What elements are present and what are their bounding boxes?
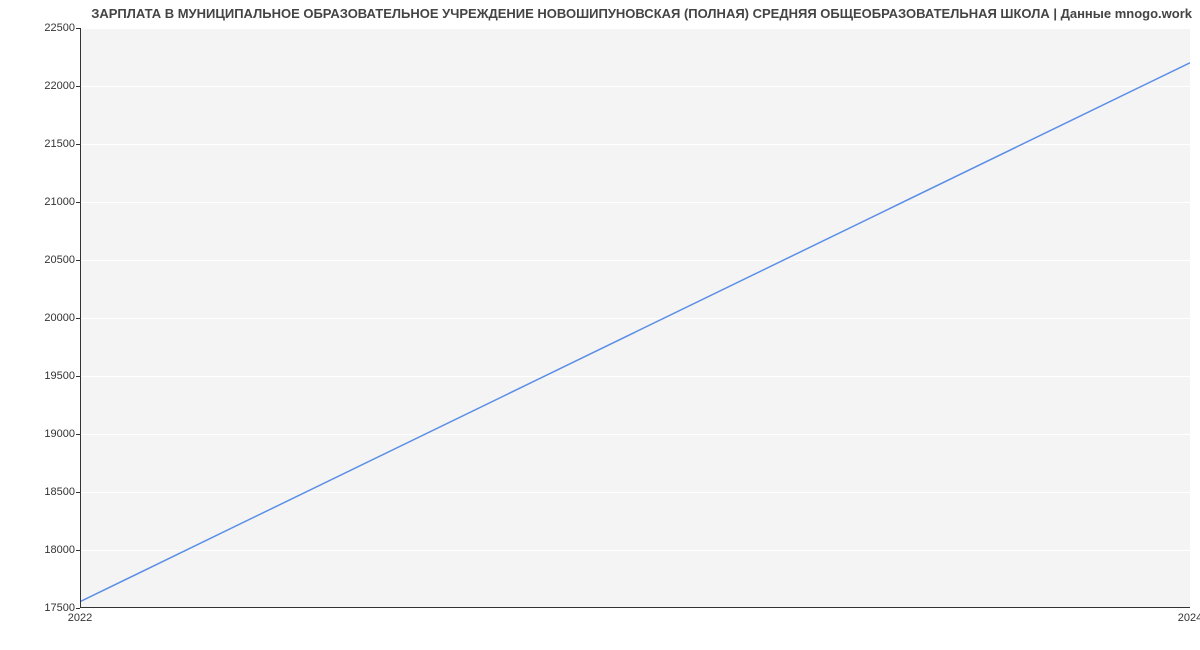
y-tick-label: 21500 [44, 138, 75, 150]
y-tick-label: 20000 [44, 312, 75, 324]
y-tick-mark [76, 492, 80, 493]
y-tick-label: 18500 [44, 486, 75, 498]
y-tick-label: 18000 [44, 544, 75, 556]
gridline [81, 608, 1190, 609]
y-tick-mark [76, 550, 80, 551]
y-tick-label: 20500 [44, 254, 75, 266]
y-tick-mark [76, 318, 80, 319]
y-tick-label: 19500 [44, 370, 75, 382]
line-series [81, 28, 1190, 607]
y-tick-mark [76, 202, 80, 203]
y-tick-mark [76, 260, 80, 261]
chart-title: ЗАРПЛАТА В МУНИЦИПАЛЬНОЕ ОБРАЗОВАТЕЛЬНОЕ… [0, 6, 1192, 21]
y-tick-mark [76, 28, 80, 29]
y-tick-mark [76, 144, 80, 145]
y-tick-label: 19000 [44, 428, 75, 440]
y-tick-label: 21000 [44, 196, 75, 208]
y-tick-label: 22500 [44, 22, 75, 34]
y-tick-mark [76, 608, 80, 609]
x-tick-label: 2022 [68, 612, 92, 624]
x-tick-label: 2024 [1178, 612, 1200, 624]
y-tick-label: 22000 [44, 80, 75, 92]
y-tick-mark [76, 86, 80, 87]
y-tick-mark [76, 434, 80, 435]
plot-area [80, 28, 1190, 608]
y-tick-mark [76, 376, 80, 377]
